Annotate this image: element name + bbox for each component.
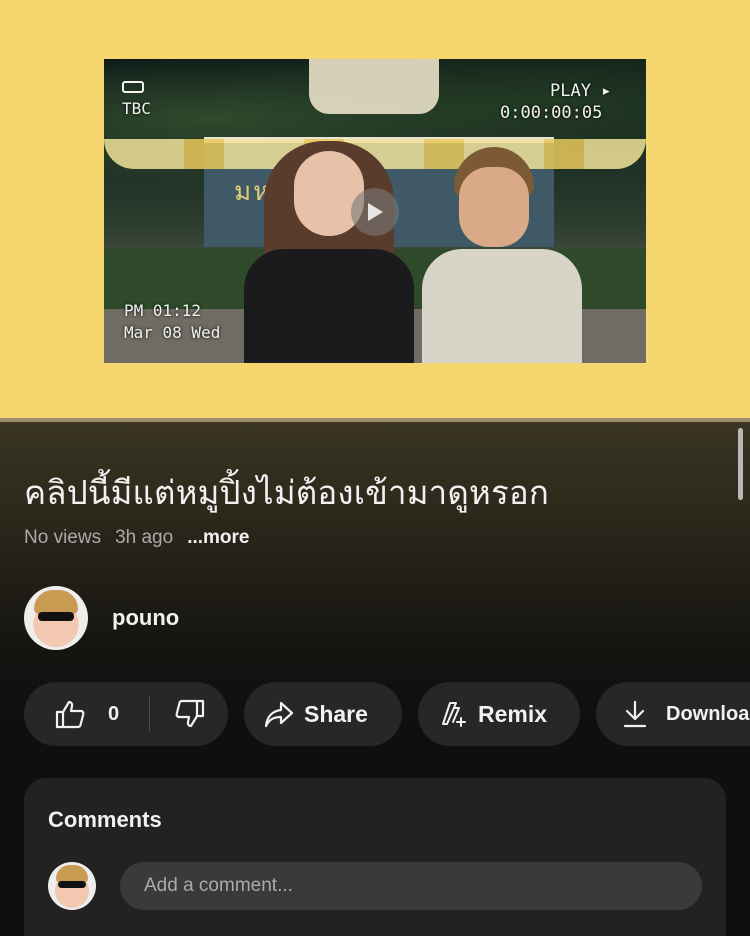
like-button[interactable]: 0 xyxy=(24,682,119,746)
overlay-clock: PM 01:12 xyxy=(124,301,202,320)
thumbs-down-icon xyxy=(175,699,205,728)
channel-name[interactable]: pouno xyxy=(112,605,179,631)
channel-avatar[interactable] xyxy=(24,586,88,650)
remix-label: Remix xyxy=(478,700,548,727)
download-label: Download xyxy=(666,702,750,725)
video-meta: No views 3h ago ...more xyxy=(24,527,264,549)
video-thumbnail[interactable]: มห ลัยศิลป TBC PLAY ▸ 0:00:00:05 PM 01:1… xyxy=(104,59,646,363)
thumbs-up-icon xyxy=(55,700,85,729)
like-count: 0 xyxy=(108,702,120,725)
comments-panel[interactable]: Comments xyxy=(24,778,726,936)
video-title: คลิปนี้มีแต่หมูปิ้งไม่ต้องเข้ามาดูหรอก xyxy=(24,473,550,512)
comments-title: Comments xyxy=(48,807,162,832)
video-player[interactable]: มห ลัยศิลป TBC PLAY ▸ 0:00:00:05 PM 01:1… xyxy=(0,0,750,420)
avatar-glasses xyxy=(58,881,86,888)
scrollbar[interactable] xyxy=(738,428,743,500)
view-count: No views xyxy=(24,527,102,548)
remix-icon xyxy=(442,702,466,727)
share-label: Share xyxy=(304,700,368,727)
upload-age: 3h ago xyxy=(115,527,174,548)
download-icon-wrap xyxy=(596,699,666,729)
commenter-avatar xyxy=(48,862,96,910)
share-icon-wrap xyxy=(244,700,304,728)
remix-button[interactable]: Remix xyxy=(418,682,580,746)
avatar-hair xyxy=(34,590,78,614)
remix-icon-wrap xyxy=(418,699,478,729)
person-right-face xyxy=(459,167,529,247)
play-icon xyxy=(368,203,383,221)
more-link[interactable]: ...more xyxy=(187,527,249,549)
share-button[interactable]: Share xyxy=(244,682,402,746)
like-dislike-pill: 0 xyxy=(24,682,228,746)
dislike-button[interactable] xyxy=(150,682,206,746)
share-arrow-icon xyxy=(264,701,294,728)
channel-row[interactable]: pouno xyxy=(24,586,179,650)
thumbnail-arch xyxy=(309,59,439,114)
play-button[interactable] xyxy=(351,188,399,236)
person-left-body xyxy=(244,249,414,363)
person-right-body xyxy=(422,249,582,363)
overlay-timecode: 0:00:00:05 xyxy=(500,103,603,123)
tape-icon xyxy=(122,81,144,93)
download-icon xyxy=(623,700,647,728)
overlay-tbc: TBC xyxy=(122,99,151,118)
download-button[interactable]: Download xyxy=(596,682,750,746)
avatar-glasses xyxy=(38,612,74,621)
comment-input[interactable] xyxy=(120,862,702,910)
overlay-date: Mar 08 Wed xyxy=(124,323,221,342)
overlay-play-text: PLAY ▸ xyxy=(550,81,612,101)
